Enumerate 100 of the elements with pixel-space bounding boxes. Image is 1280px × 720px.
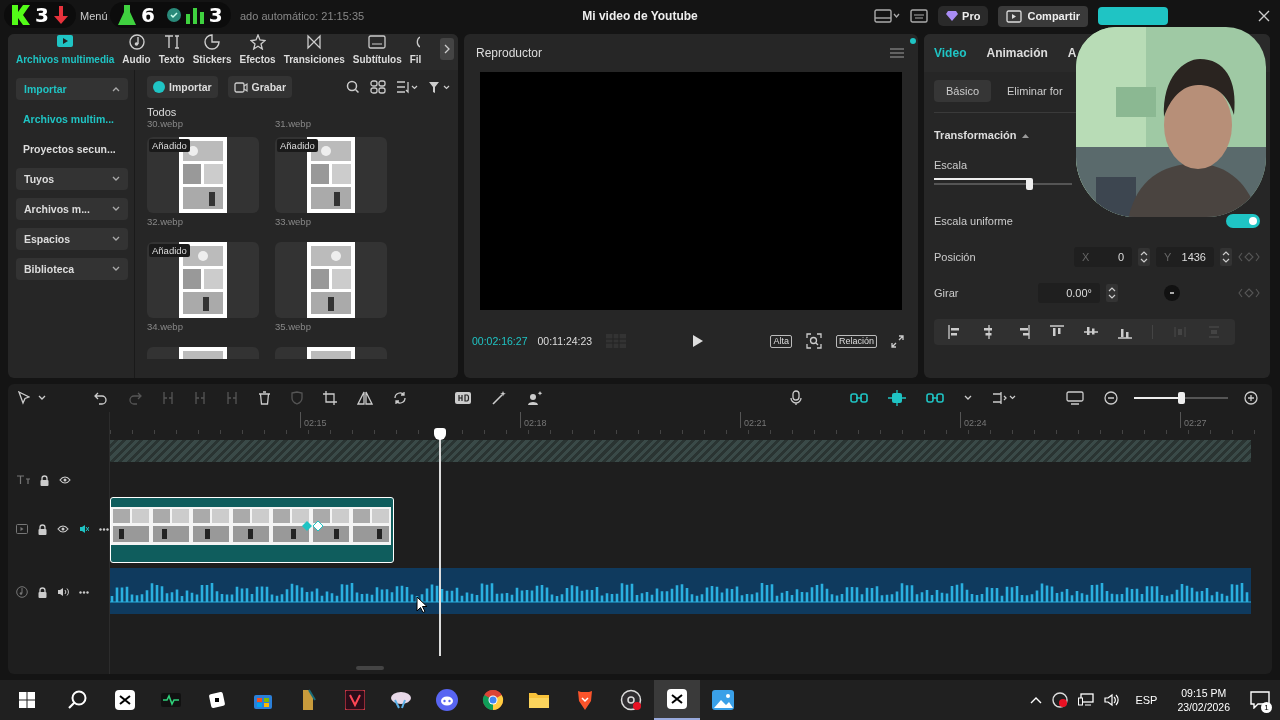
hd-icon[interactable] [455, 392, 471, 404]
collapse-icon[interactable] [1021, 132, 1029, 138]
media-thumbnail[interactable]: Añadido [275, 137, 387, 213]
media-thumbnail[interactable] [147, 347, 259, 359]
language-indicator[interactable]: ESP [1135, 694, 1158, 706]
slider-thumb[interactable] [1026, 178, 1034, 190]
speaker-muted-icon[interactable] [79, 524, 89, 534]
zoom-in-icon[interactable] [1244, 391, 1258, 405]
link-icon[interactable] [926, 392, 944, 404]
media-thumbnail[interactable] [275, 347, 387, 359]
sidebar-group[interactable]: Archivos m... [16, 198, 128, 220]
video-clip[interactable] [110, 497, 394, 563]
clock-time[interactable]: 09:15 PM [1181, 687, 1227, 699]
zoom-out-icon[interactable] [1104, 391, 1118, 405]
media-tab[interactable]: Texto [154, 34, 189, 70]
stepper-icon[interactable] [1106, 284, 1118, 302]
keyframe-icon[interactable] [301, 521, 325, 531]
preview-icon[interactable] [1066, 391, 1084, 405]
media-tab[interactable]: Archivos multimedia [12, 34, 119, 70]
lock-icon[interactable] [38, 586, 47, 598]
import-button[interactable]: Importar [147, 76, 218, 98]
subtab[interactable]: Eliminar for [995, 80, 1075, 102]
undo-icon[interactable] [94, 391, 108, 405]
toggle-switch[interactable] [1226, 214, 1260, 228]
pro-button[interactable]: Pro [938, 6, 989, 26]
next-tabs-button[interactable] [440, 38, 454, 60]
scrollbar[interactable] [356, 666, 384, 670]
media-tab[interactable]: Efectos [235, 34, 280, 70]
align-icon[interactable] [1050, 325, 1064, 339]
y-field[interactable]: Y 1436 [1156, 247, 1214, 267]
more-icon[interactable] [99, 527, 109, 531]
sort-icon[interactable] [396, 80, 418, 94]
aspect-ratio-button[interactable]: Relación [835, 334, 877, 348]
search-icon[interactable] [346, 80, 360, 94]
slider-thumb[interactable] [1178, 392, 1185, 404]
subtab[interactable]: Básico [934, 80, 992, 102]
stepper-icon[interactable] [1138, 248, 1150, 266]
volume-icon[interactable] [1104, 693, 1121, 707]
eye-icon[interactable] [59, 476, 71, 484]
inspector-tab[interactable]: Video [934, 46, 967, 60]
media-tab[interactable]: Fil [405, 34, 426, 70]
eye-icon[interactable] [57, 525, 69, 533]
inspector-tab[interactable]: A [1067, 46, 1077, 60]
taskbar-button[interactable] [654, 680, 700, 720]
speaker-icon[interactable] [57, 587, 69, 597]
rotate-icon[interactable] [393, 391, 407, 405]
play-icon[interactable] [693, 335, 704, 347]
grid-view-icon[interactable] [370, 80, 386, 94]
person-sparkle-icon[interactable] [527, 390, 543, 406]
sidebar-group[interactable]: Importar [16, 78, 128, 100]
align-icon[interactable] [948, 325, 962, 339]
close-icon[interactable] [1258, 10, 1270, 22]
link-icon[interactable] [850, 392, 868, 404]
microphone-icon[interactable] [790, 390, 802, 406]
pointer-icon[interactable] [18, 391, 30, 405]
fullscreen-icon[interactable] [891, 334, 904, 348]
rotation-field[interactable]: 0.00° [1038, 283, 1100, 303]
media-thumbnail[interactable] [275, 242, 387, 318]
quality-button[interactable]: Alta [770, 334, 792, 348]
zoom-fit-icon[interactable] [805, 333, 822, 349]
mirror-icon[interactable] [357, 391, 373, 405]
x-field[interactable]: X 0 [1074, 247, 1132, 267]
crop-icon[interactable] [323, 391, 337, 405]
media-tab[interactable]: Audio [118, 34, 155, 70]
magic-wand-icon[interactable] [491, 390, 507, 406]
share-button[interactable]: Compartir [998, 5, 1088, 27]
trash-icon[interactable] [258, 391, 271, 405]
record-button[interactable]: Grabar [227, 76, 293, 98]
menu-icon[interactable] [890, 48, 904, 58]
magnet-icon[interactable] [888, 390, 906, 406]
caret-icon[interactable] [38, 395, 46, 401]
chevron-up-icon[interactable] [1030, 696, 1043, 704]
media-tab[interactable]: Subtítulos [348, 34, 406, 70]
media-tab[interactable]: Stickers [188, 34, 236, 70]
media-thumbnail[interactable]: Añadido [147, 137, 259, 213]
media-tab[interactable]: Transiciones [279, 34, 349, 70]
sidebar-item[interactable]: Proyectos secun... [16, 138, 128, 160]
search-icon[interactable] [68, 690, 88, 710]
sidebar-group[interactable]: Tuyos [16, 168, 128, 190]
network-icon[interactable] [1078, 693, 1095, 707]
rotation-dial-icon[interactable] [1164, 285, 1180, 301]
lock-icon[interactable] [38, 523, 47, 535]
keyboard-icon[interactable] [910, 9, 929, 23]
sidebar-group[interactable]: Espacios [16, 228, 128, 250]
clock-date[interactable]: 23/02/2026 [1177, 701, 1230, 713]
filter-icon[interactable] [428, 80, 450, 94]
windows-start-icon[interactable] [19, 692, 35, 708]
inspector-tab[interactable]: Animación [986, 46, 1048, 60]
lock-icon[interactable] [40, 474, 49, 486]
audio-waveform[interactable] [110, 568, 1251, 614]
sidebar-group[interactable]: Biblioteca [16, 258, 128, 280]
playhead-handle[interactable] [434, 428, 446, 440]
more-icon[interactable] [79, 590, 89, 594]
sidebar-item[interactable]: Archivos multim... [16, 108, 128, 130]
preview-axis-icon[interactable] [992, 391, 1018, 405]
media-thumbnail[interactable]: Añadido [147, 242, 259, 318]
menu-button[interactable]: Menú [80, 10, 108, 22]
tray-app-icon[interactable] [1052, 692, 1069, 708]
layout-icon[interactable] [874, 9, 901, 23]
stepper-icon[interactable] [1220, 248, 1232, 266]
